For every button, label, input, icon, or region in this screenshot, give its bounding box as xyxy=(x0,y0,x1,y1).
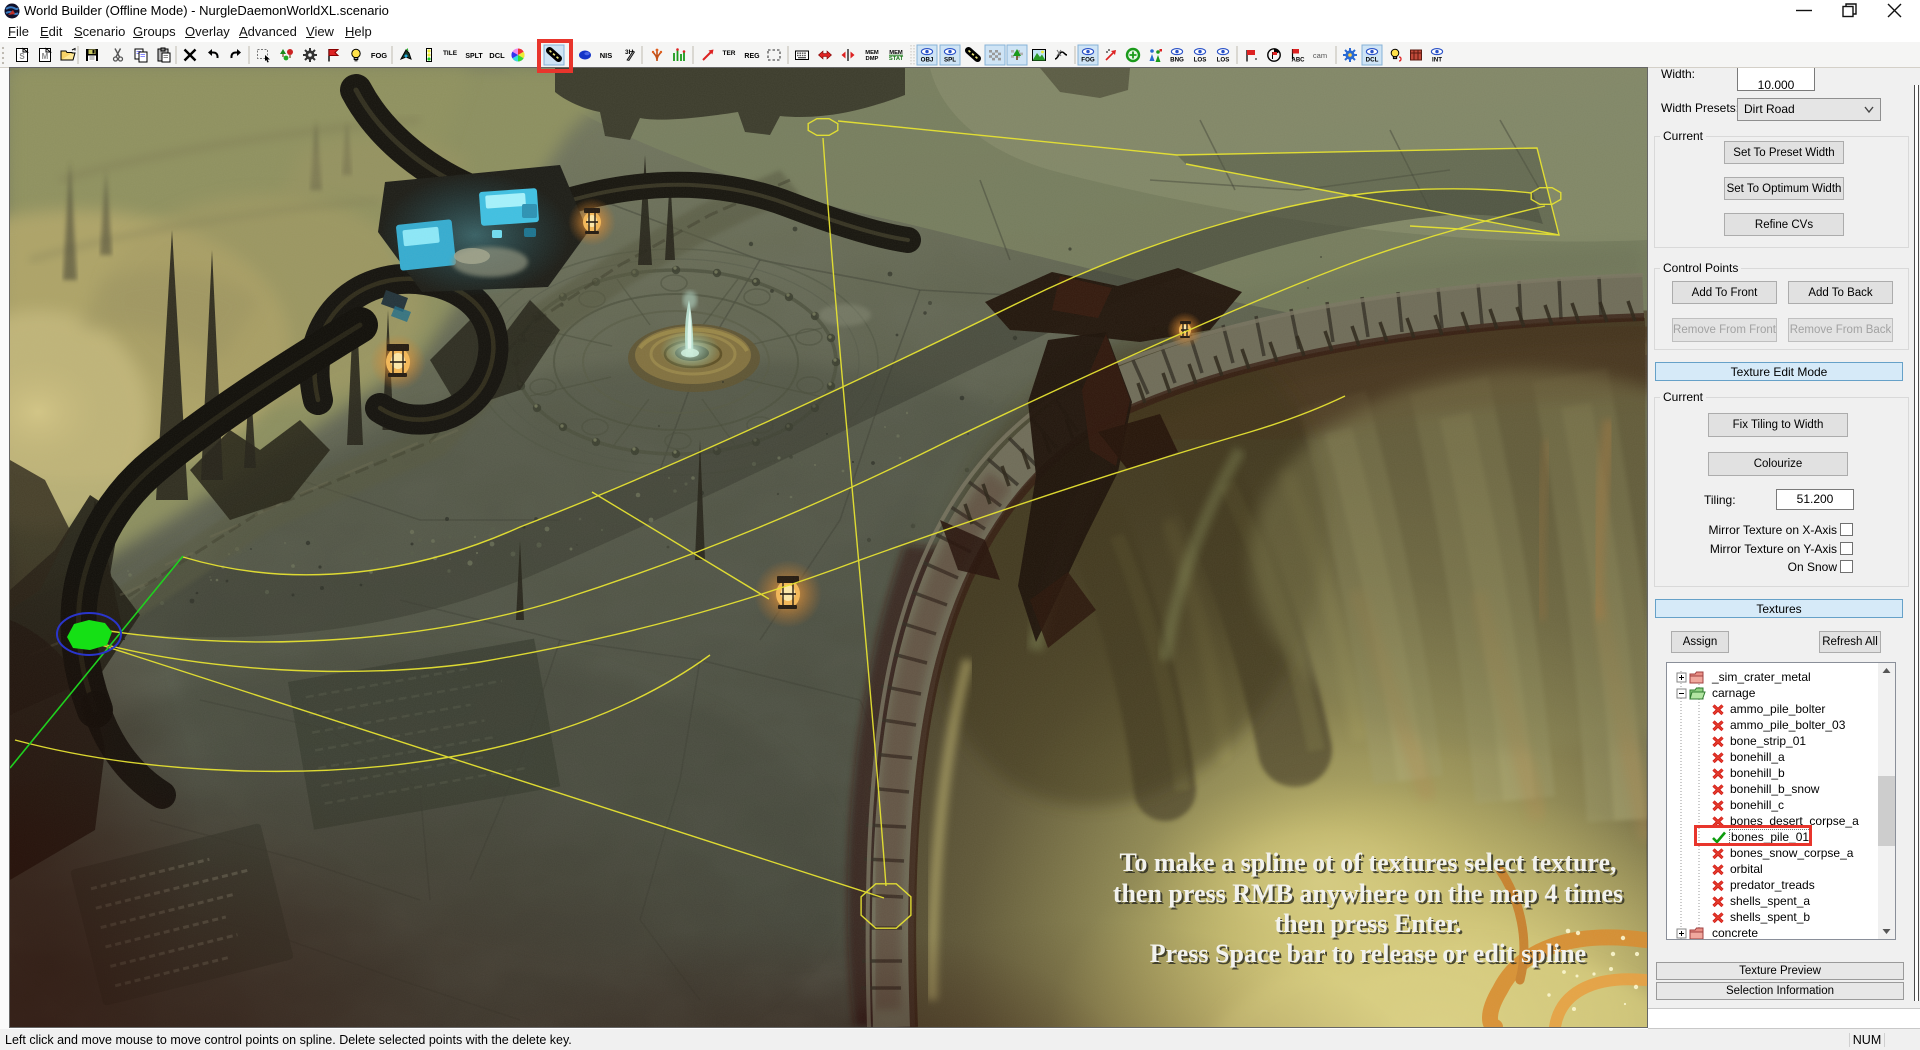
svg-text:INT: INT xyxy=(1432,57,1442,64)
svg-text:then press Enter.: then press Enter. xyxy=(1274,909,1461,938)
svg-text:NIS: NIS xyxy=(600,51,613,60)
svg-text:ABC: ABC xyxy=(1292,58,1306,64)
svg-text:BNG: BNG xyxy=(1170,57,1184,64)
svg-text:cam: cam xyxy=(1313,51,1327,60)
svg-text:DCL: DCL xyxy=(489,51,505,60)
svg-text:DCL: DCL xyxy=(1366,57,1379,64)
svg-text:LOS: LOS xyxy=(1217,57,1230,64)
svg-text:FOG: FOG xyxy=(1081,57,1095,64)
svg-text:To make a spline ot of texture: To make a spline ot of textures select t… xyxy=(1119,848,1616,877)
svg-text:DMP: DMP xyxy=(866,56,879,62)
svg-text:then press RMB anywhere on the: then press RMB anywhere on the map 4 tim… xyxy=(1113,879,1623,908)
svg-text:TER: TER xyxy=(723,50,736,57)
svg-text:S: S xyxy=(19,52,25,61)
svg-text:LOS: LOS xyxy=(1194,57,1207,64)
svg-text:Press Space bar to release or: Press Space bar to release or edit splin… xyxy=(1150,939,1586,968)
svg-text:TILE: TILE xyxy=(443,50,458,57)
svg-text:OBJ: OBJ xyxy=(921,57,934,64)
svg-text:FOG: FOG xyxy=(371,51,387,60)
svg-text:SPL: SPL xyxy=(944,57,956,64)
svg-text:STAT: STAT xyxy=(889,56,904,62)
svg-text:M: M xyxy=(42,52,49,61)
svg-text:REG: REG xyxy=(744,53,760,60)
svg-text:SPLT: SPLT xyxy=(465,53,483,60)
